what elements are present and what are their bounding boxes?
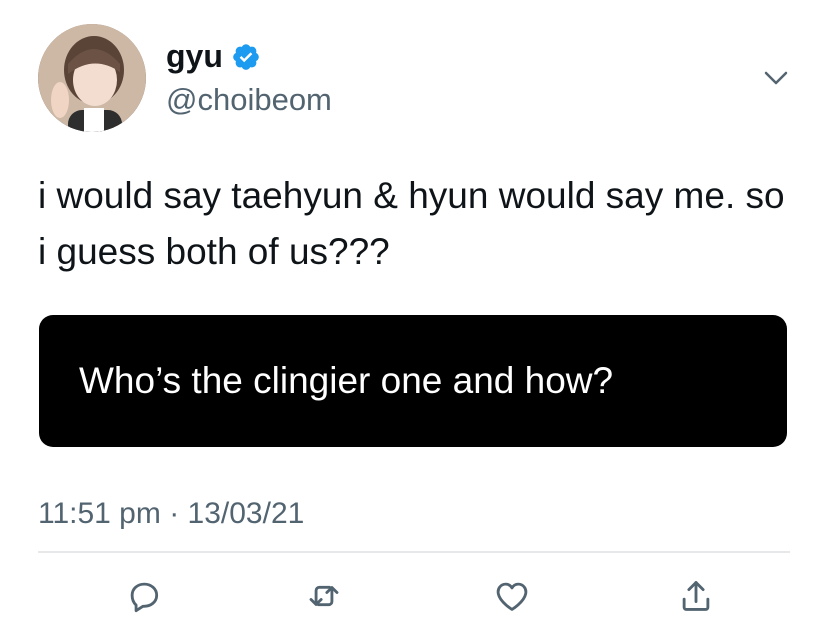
retweet-button[interactable] [300,572,348,620]
share-button[interactable] [672,572,720,620]
tweet-time[interactable]: 11:51 pm [38,497,161,530]
like-button[interactable] [488,572,536,620]
chevron-down-icon[interactable] [760,62,792,94]
question-card-text: Who’s the clingier one and how? [79,360,614,401]
reply-icon [130,582,159,613]
divider [38,551,790,553]
reply-button[interactable] [120,572,168,620]
verified-badge-icon [231,42,261,72]
heart-icon [496,582,528,611]
avatar-photo [38,24,146,132]
share-icon [682,581,710,611]
author-display-name[interactable]: gyu [166,38,223,75]
author-display-name-row[interactable]: gyu [166,38,261,75]
tweet-text: i would say taehyun & hyun would say me.… [38,175,785,272]
tweet-date[interactable]: 13/03/21 [188,497,305,530]
action-bar [0,572,828,628]
timestamp-separator: · [169,497,180,530]
author-handle[interactable]: @choibeom [166,82,332,118]
tweet-timestamp[interactable]: 11:51 pm · 13/03/21 [38,497,304,531]
avatar[interactable] [38,24,146,132]
question-card: Who’s the clingier one and how? [39,315,787,447]
retweet-icon [309,585,339,607]
